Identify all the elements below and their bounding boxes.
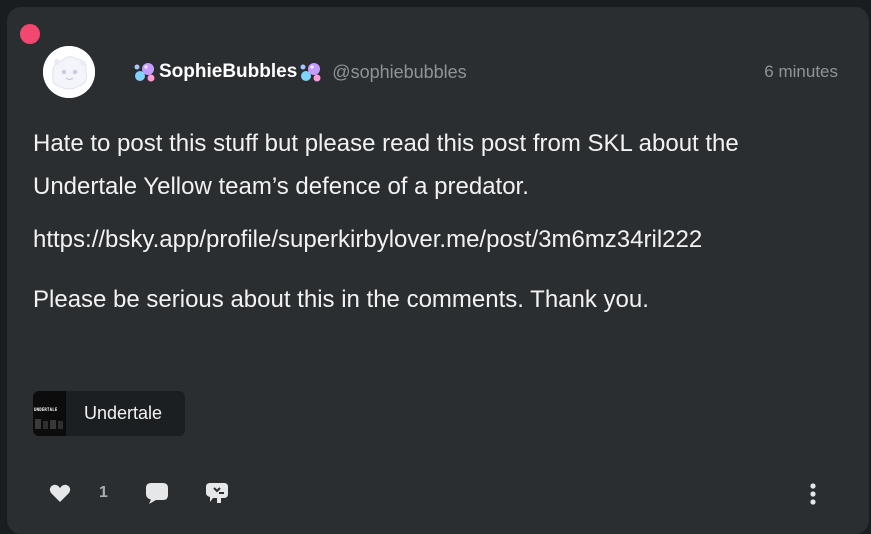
comment-icon[interactable] — [144, 480, 170, 506]
tag-chip[interactable]: UNDERTALE Undertale — [33, 391, 185, 436]
reblog-icon[interactable] — [204, 480, 230, 506]
post-header: SophieBubbles @sophiebubbles — [132, 59, 467, 85]
unread-indicator — [20, 24, 40, 44]
post-actions: 1 — [47, 480, 230, 506]
display-name[interactable]: SophieBubbles — [159, 61, 297, 83]
vertical-dots-icon[interactable] — [803, 481, 823, 507]
like-count: 1 — [99, 484, 108, 501]
post-paragraph: Please be serious about this in the comm… — [33, 286, 649, 313]
tag-label: Undertale — [84, 403, 163, 423]
post-timestamp[interactable]: 6 minutes — [764, 62, 838, 82]
user-handle[interactable]: @sophiebubbles — [332, 62, 466, 83]
tag-thumbnail: UNDERTALE — [33, 391, 66, 436]
post-card: SophieBubbles @sophiebubbles 6 minutes H… — [7, 7, 869, 534]
avatar-image — [43, 46, 95, 98]
avatar[interactable] — [43, 46, 95, 98]
post-paragraph: Hate to post this stuff but please read … — [33, 130, 739, 200]
heart-icon[interactable] — [47, 480, 73, 506]
bubbles-icon — [298, 60, 324, 84]
post-link[interactable]: https://bsky.app/profile/superkirbylover… — [33, 218, 833, 261]
post-body: Hate to post this stuff but please read … — [33, 122, 833, 321]
bubbles-icon — [132, 60, 158, 84]
